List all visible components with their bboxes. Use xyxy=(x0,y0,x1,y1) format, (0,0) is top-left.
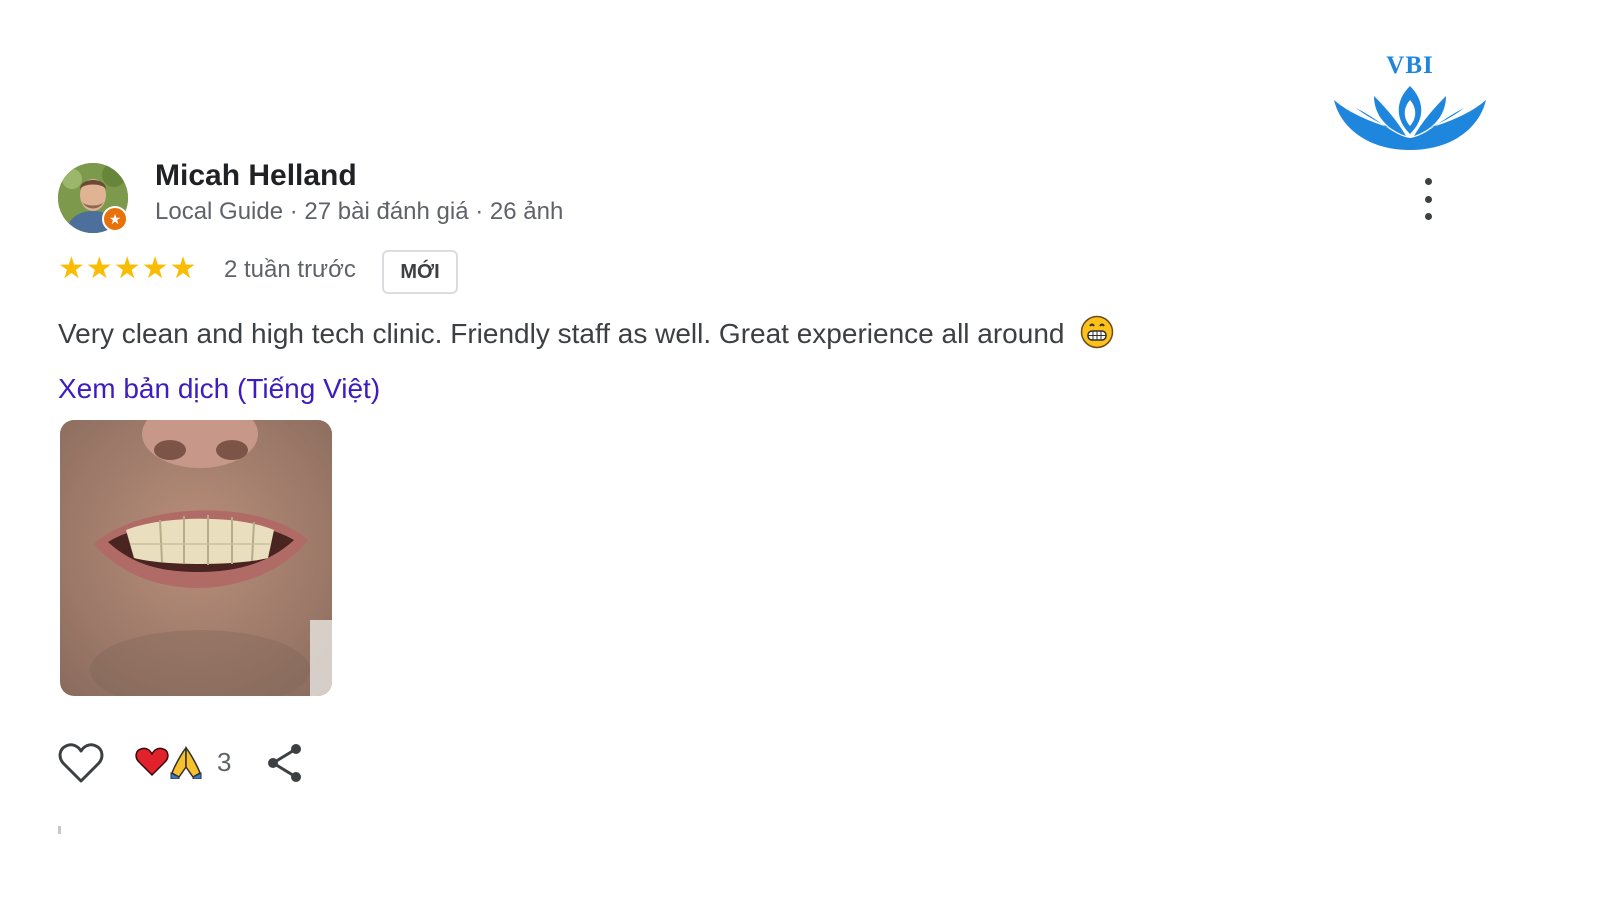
author-name[interactable]: Micah Helland xyxy=(155,159,357,193)
review-photo[interactable] xyxy=(60,420,332,696)
share-button[interactable] xyxy=(266,742,304,784)
logo-text: VBI xyxy=(1386,52,1434,79)
like-button[interactable] xyxy=(58,742,104,784)
review-text: Very clean and high tech clinic. Friendl… xyxy=(58,318,1065,349)
more-vert-icon[interactable] xyxy=(1418,178,1438,220)
folded-hands-emoji xyxy=(170,746,202,779)
local-guide-star-icon: ★ xyxy=(102,206,128,232)
grinning-face-emoji xyxy=(1081,315,1114,349)
divider-mark xyxy=(58,826,61,834)
star-rating: ★★★★★ xyxy=(58,252,198,285)
new-badge: MỚI xyxy=(382,250,458,294)
heart-outline-icon xyxy=(58,743,104,783)
review-text-line: Very clean and high tech clinic. Friendl… xyxy=(58,315,1114,350)
reaction-count: 3 xyxy=(217,746,232,777)
more-dot xyxy=(1424,213,1432,220)
author-meta: Local Guide · 27 bài đánh giá · 26 ảnh xyxy=(155,198,564,225)
reactions-summary[interactable]: 3 xyxy=(135,742,231,782)
brand-logo: VBI xyxy=(1330,52,1490,152)
translate-link[interactable]: Xem bản dịch (Tiếng Việt) xyxy=(58,373,380,405)
red-heart-emoji xyxy=(135,747,169,777)
review-page: VBI ★ Micah Helland Local Guide · 27 bài… xyxy=(0,0,1600,900)
lotus-icon xyxy=(1334,86,1486,150)
share-icon xyxy=(268,744,301,782)
more-dot xyxy=(1424,178,1432,185)
more-dot xyxy=(1424,195,1432,203)
review-photo-smile xyxy=(60,420,332,696)
review-time: 2 tuần trước xyxy=(224,256,356,283)
